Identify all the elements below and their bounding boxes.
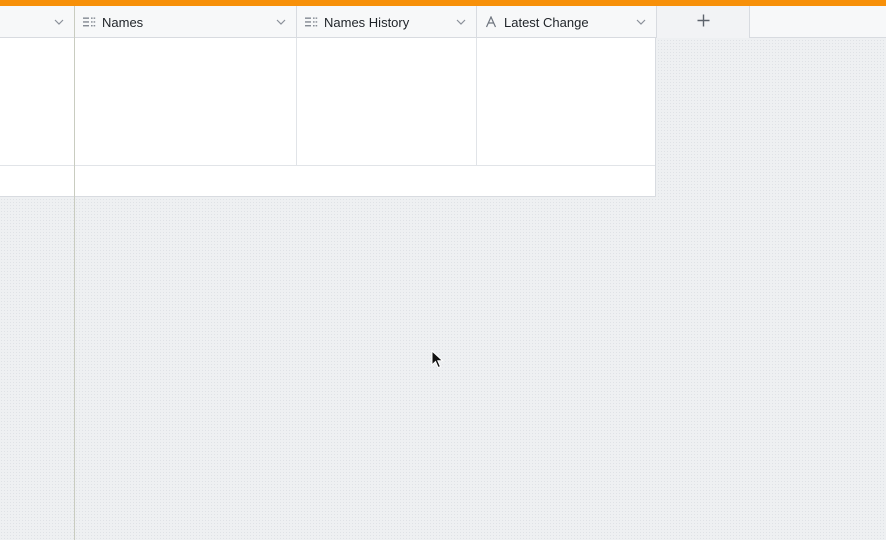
text-field-icon: [484, 15, 498, 29]
column-header-first[interactable]: [0, 6, 75, 38]
table-cell-latest-change[interactable]: [477, 38, 655, 165]
chevron-down-icon[interactable]: [275, 16, 287, 28]
list-field-icon: [304, 15, 318, 29]
chevron-down-icon[interactable]: [455, 16, 467, 28]
column-header-names-label: Names: [102, 14, 144, 30]
plus-icon: [697, 14, 710, 30]
table-cell-first[interactable]: [0, 38, 75, 165]
table-cell-names[interactable]: [75, 38, 297, 165]
mouse-pointer-icon: [431, 349, 445, 370]
table-cell-names-history[interactable]: [297, 38, 477, 165]
list-field-icon: [82, 15, 96, 29]
chevron-down-icon[interactable]: [53, 16, 65, 28]
table-body: [0, 38, 656, 197]
add-row-area[interactable]: [0, 167, 655, 196]
column-header-names[interactable]: Names: [75, 6, 297, 38]
column-header-names-history-label: Names History: [324, 14, 410, 30]
add-column-button[interactable]: [657, 6, 750, 38]
column-header-names-history[interactable]: Names History: [297, 6, 477, 38]
table-row[interactable]: [0, 38, 655, 166]
column-header-latest-change[interactable]: Latest Change: [477, 6, 657, 38]
column-header-row: Names Names History Latest Change: [0, 6, 886, 38]
chevron-down-icon[interactable]: [635, 16, 647, 28]
column-header-latest-change-label: Latest Change: [504, 14, 589, 30]
frozen-column-divider[interactable]: [74, 6, 75, 540]
